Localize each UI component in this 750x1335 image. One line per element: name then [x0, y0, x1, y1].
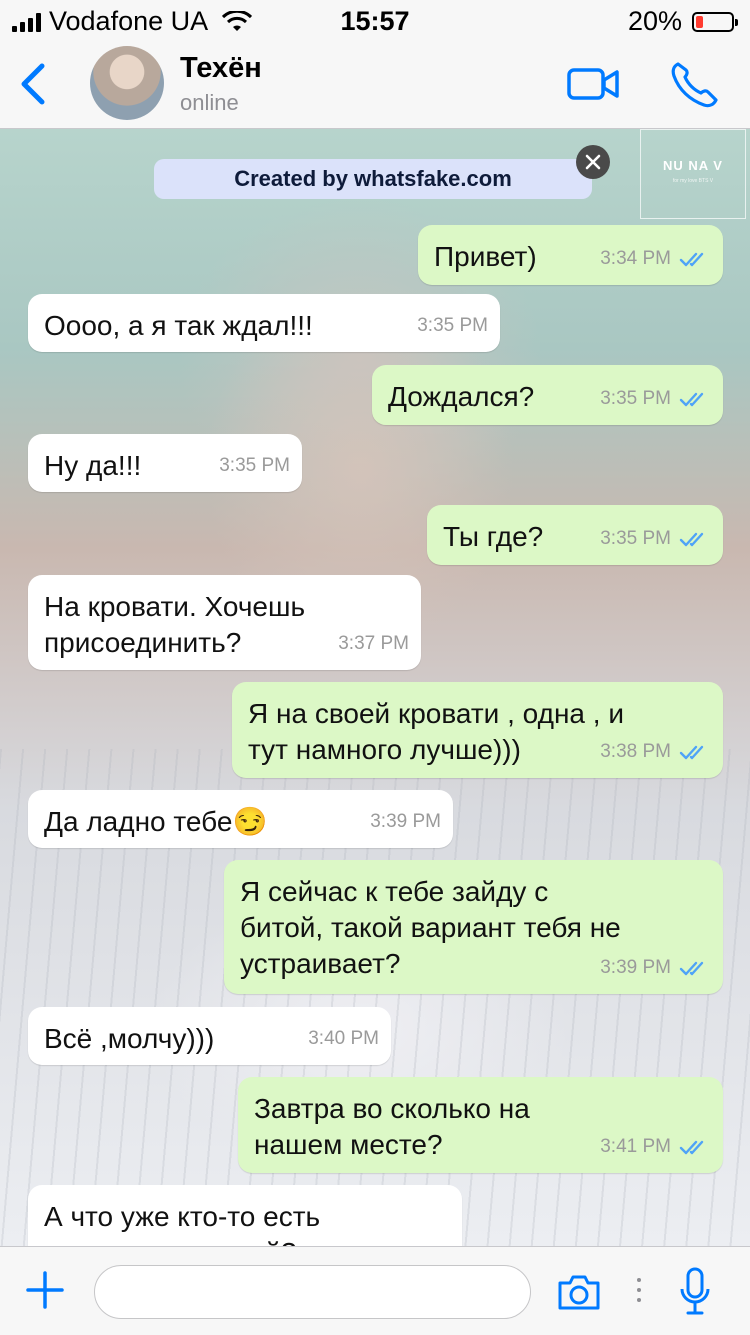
phone-icon[interactable]	[668, 60, 720, 108]
video-camera-icon[interactable]	[566, 66, 620, 102]
battery-icon	[692, 11, 738, 32]
read-ticks-icon	[679, 392, 704, 407]
chat-header: Техён online	[0, 40, 750, 129]
outgoing-message[interactable]: Завтра во сколько на нашем месте? 3:41 PM	[238, 1077, 723, 1173]
incoming-message[interactable]: А что уже кто-то есть неопровердливый?	[28, 1185, 462, 1246]
watermark-subtitle: for my love BTS V	[672, 178, 714, 184]
incoming-message[interactable]: Всё ,молчу))) 3:40 PM	[28, 1007, 391, 1065]
message-time: 3:39 PM	[600, 957, 671, 978]
contact-avatar[interactable]	[90, 46, 164, 120]
microphone-icon[interactable]	[678, 1267, 712, 1317]
outgoing-message[interactable]: Дождался? 3:35 PM	[372, 365, 723, 425]
outgoing-message[interactable]: Привет) 3:34 PM	[418, 225, 723, 285]
message-meta: 3:39 PM	[370, 804, 441, 840]
created-by-banner: Created by whatsfake.com	[154, 159, 592, 199]
contact-name[interactable]: Техён	[180, 52, 262, 85]
message-time: 3:41 PM	[600, 1136, 671, 1157]
message-meta: 3:34 PM	[600, 241, 711, 277]
outgoing-message[interactable]: Я на своей кровати , одна , и тут намног…	[232, 682, 723, 778]
message-meta: 3:38 PM	[600, 734, 711, 770]
message-meta: 3:35 PM	[417, 308, 488, 344]
message-time: 3:35 PM	[219, 455, 290, 476]
more-dots-icon	[637, 1278, 641, 1302]
status-right: 20%	[627, 6, 738, 37]
watermark-title: NU NA V	[663, 158, 723, 173]
message-meta: 3:37 PM	[338, 626, 409, 662]
read-ticks-icon	[679, 252, 704, 267]
message-input[interactable]	[94, 1265, 531, 1319]
message-time: 3:35 PM	[600, 528, 671, 549]
message-meta: 3:35 PM	[600, 521, 711, 557]
message-time: 3:39 PM	[370, 811, 441, 832]
status-bar: Vodafone UA 15:57 20%	[0, 0, 750, 40]
plus-icon[interactable]	[26, 1271, 64, 1309]
read-ticks-icon	[679, 961, 704, 976]
message-time: 3:35 PM	[417, 315, 488, 336]
outgoing-message[interactable]: Ты где? 3:35 PM	[427, 505, 723, 565]
read-ticks-icon	[679, 745, 704, 760]
battery-percent: 20%	[627, 6, 682, 36]
close-icon	[585, 154, 601, 170]
wallpaper-watermark: NU NA V for my love BTS V	[640, 129, 746, 219]
message-time: 3:35 PM	[600, 388, 671, 409]
message-meta: 3:40 PM	[308, 1021, 379, 1057]
banner-close-button[interactable]	[576, 145, 610, 179]
incoming-message[interactable]: Да ладно тебе😏 3:39 PM	[28, 790, 453, 848]
camera-icon[interactable]	[556, 1273, 602, 1311]
message-time: 3:37 PM	[338, 633, 409, 654]
message-meta: 3:35 PM	[219, 448, 290, 484]
message-text: А что уже кто-то есть неопровердливый?	[44, 1201, 321, 1246]
battery-fill	[696, 15, 703, 28]
message-meta: 3:41 PM	[600, 1129, 711, 1165]
read-ticks-icon	[679, 532, 704, 547]
message-meta: 3:39 PM	[600, 950, 711, 986]
incoming-message[interactable]: На кровати. Хочешь присоединить? 3:37 PM	[28, 575, 421, 670]
message-meta: 3:35 PM	[600, 381, 711, 417]
message-time: 3:38 PM	[600, 741, 671, 762]
incoming-message[interactable]: Ну да!!! 3:35 PM	[28, 434, 302, 492]
input-bar	[0, 1246, 750, 1335]
contact-status: online	[180, 90, 239, 115]
incoming-message[interactable]: Оооо, а я так ждал!!! 3:35 PM	[28, 294, 500, 352]
message-time: 3:40 PM	[308, 1028, 379, 1049]
outgoing-message[interactable]: Я сейчас к тебе зайду с битой, такой вар…	[224, 860, 723, 994]
message-time: 3:34 PM	[600, 248, 671, 269]
read-ticks-icon	[679, 1140, 704, 1155]
chat-area[interactable]: NU NA V for my love BTS V Created by wha…	[0, 129, 750, 1246]
back-chevron-icon[interactable]	[14, 60, 54, 108]
